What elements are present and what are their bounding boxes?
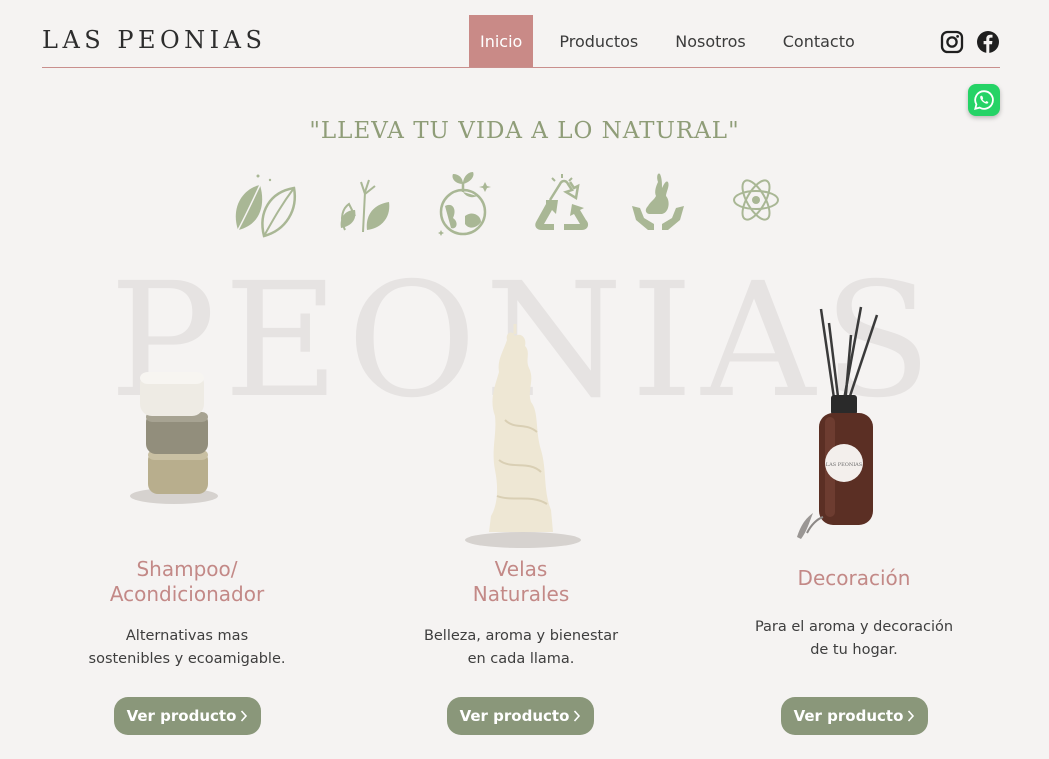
product-title-line: Acondicionador xyxy=(109,582,265,606)
product-title-decoracion: Decoración xyxy=(754,566,954,591)
product-desc-line: Belleza, aroma y bienestar xyxy=(423,628,619,644)
button-label: Ver producto xyxy=(459,707,570,725)
leaves-icon xyxy=(235,174,296,238)
rabbit-hands-icon xyxy=(632,173,684,230)
venus-candle-image xyxy=(465,324,581,548)
facebook-icon[interactable] xyxy=(976,30,1000,54)
nav-item-inicio[interactable]: Inicio xyxy=(469,15,534,67)
recycle-icon xyxy=(535,174,589,230)
chevron-right-icon xyxy=(574,710,581,722)
product-desc-line: sostenibles y ecoamigable. xyxy=(88,651,286,667)
button-label: Ver producto xyxy=(126,707,237,725)
product-desc-line: de tu hogar. xyxy=(810,642,898,658)
site-header: LAS PEONIAS Inicio Productos Nosotros Co… xyxy=(42,0,1000,68)
chevron-right-icon xyxy=(241,710,248,722)
atom-icon xyxy=(733,179,779,221)
nav-item-contacto[interactable]: Contacto xyxy=(772,15,866,67)
product-title-line: Naturales xyxy=(472,582,570,606)
whatsapp-icon xyxy=(974,90,994,110)
chevron-right-icon xyxy=(908,710,915,722)
product-desc-line: Alternativas mas xyxy=(125,628,249,644)
diffuser-label: LAS PEONIAS xyxy=(826,462,863,468)
product-title-velas: Velas Naturales xyxy=(421,557,621,607)
reed-diffuser-image: LAS PEONIAS xyxy=(797,306,879,539)
instagram-icon[interactable] xyxy=(940,30,964,54)
product-desc-line: en cada llama. xyxy=(467,651,575,667)
values-icons-row xyxy=(230,170,790,240)
product-title-line: Velas xyxy=(494,557,548,581)
hands-leaves-icon xyxy=(340,179,390,233)
product-desc-shampoo: Alternativas mas sostenibles y ecoamigab… xyxy=(72,625,302,671)
product-title-line: Decoración xyxy=(797,566,911,590)
button-label: Ver producto xyxy=(793,707,904,725)
nav-item-nosotros[interactable]: Nosotros xyxy=(664,15,757,67)
view-product-button-velas[interactable]: Ver producto xyxy=(447,697,594,735)
product-title-shampoo: Shampoo/ Acondicionador xyxy=(87,557,287,607)
product-desc-line: Para el aroma y decoración xyxy=(754,619,954,635)
earth-plant-icon xyxy=(438,172,491,236)
brand-logo[interactable]: LAS PEONIAS xyxy=(42,26,266,54)
nav-item-productos[interactable]: Productos xyxy=(548,15,649,67)
shampoo-bars-image xyxy=(130,372,218,504)
social-links xyxy=(940,30,1000,54)
product-desc-decoracion: Para el aroma y decoración de tu hogar. xyxy=(739,616,969,662)
view-product-button-decoracion[interactable]: Ver producto xyxy=(781,697,928,735)
view-product-button-shampoo[interactable]: Ver producto xyxy=(114,697,261,735)
product-desc-velas: Belleza, aroma y bienestar en cada llama… xyxy=(406,625,636,671)
product-title-line: Shampoo/ xyxy=(136,557,238,581)
hero-tagline: "LLEVA TU VIDA A LO NATURAL" xyxy=(309,118,740,144)
whatsapp-button[interactable] xyxy=(968,84,1000,116)
main-nav: Inicio Productos Nosotros Contacto xyxy=(469,15,881,67)
